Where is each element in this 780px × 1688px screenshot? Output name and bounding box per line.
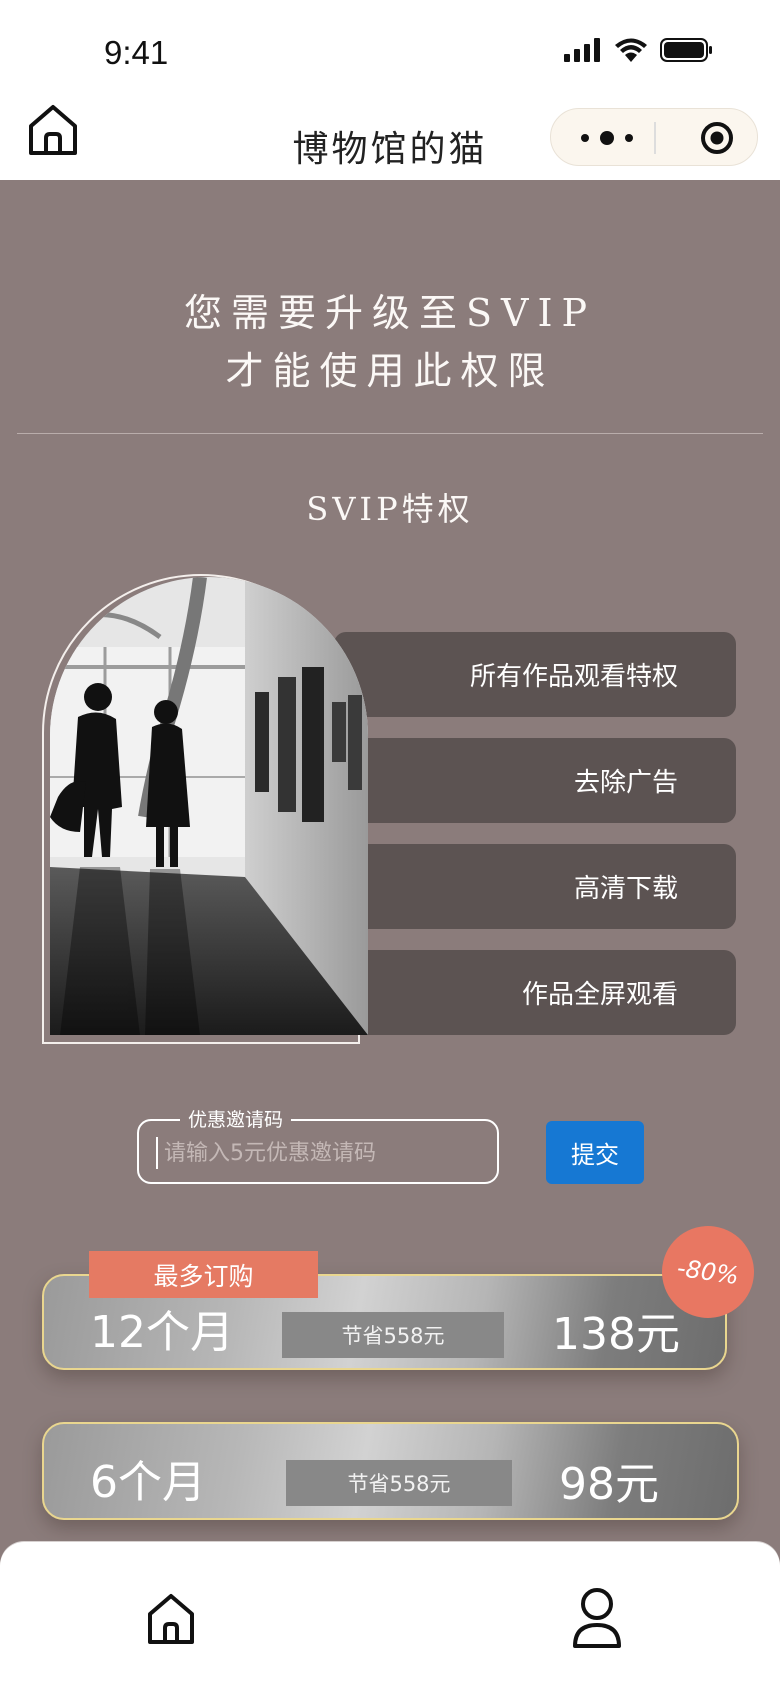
privilege-item: 所有作品观看特权 [334, 632, 736, 717]
status-icons [564, 38, 714, 62]
privileges-title: SVIP特权 [306, 490, 474, 528]
plan-card-6-months[interactable]: 6个月 节省558元 98元 [42, 1422, 739, 1520]
most-popular-tag: 最多订购 [89, 1251, 318, 1298]
tab-home[interactable] [146, 1592, 196, 1650]
headline-line-1: 您需要升级至SVIP [183, 291, 597, 335]
text-caret [156, 1137, 158, 1169]
plan-duration: 12个月 [90, 1307, 234, 1358]
plan-price: 138元 [552, 1309, 680, 1360]
user-icon [573, 1588, 621, 1648]
close-miniapp-icon[interactable] [699, 120, 735, 156]
privilege-label: 所有作品观看特权 [469, 662, 678, 692]
tab-profile[interactable] [572, 1587, 622, 1653]
coupon-input[interactable] [164, 1136, 484, 1170]
privilege-item: 作品全屏观看 [334, 950, 736, 1035]
wifi-icon [615, 38, 647, 62]
privilege-label: 高清下载 [573, 874, 678, 904]
miniapp-capsule [550, 108, 758, 166]
status-time: 9:41 [104, 34, 169, 71]
battery-icon [660, 38, 712, 62]
top-bar: 9:41 博物馆的猫 [0, 0, 780, 180]
home-icon [148, 1594, 194, 1644]
privilege-item: 高清下载 [334, 844, 736, 929]
privilege-label: 去除广告 [573, 768, 678, 798]
privilege-label: 作品全屏观看 [521, 980, 678, 1010]
gallery-illustration [50, 577, 368, 1035]
plan-duration: 6个月 [90, 1457, 206, 1508]
headline-line-2: 才能使用此权限 [225, 349, 555, 393]
plan-savings: 节省558元 [282, 1312, 504, 1358]
divider [17, 433, 763, 434]
submit-button[interactable]: 提交 [546, 1121, 644, 1184]
upgrade-headline: 您需要升级至SVIP 才能使用此权限 [0, 284, 780, 400]
privilege-item: 去除广告 [334, 738, 736, 823]
bottom-tab-bar [0, 1542, 780, 1688]
signal-icon [564, 38, 600, 62]
plan-price: 98元 [559, 1459, 659, 1510]
more-icon[interactable] [579, 126, 635, 150]
coupon-legend: 优惠邀请码 [180, 1105, 292, 1132]
plan-savings: 节省558元 [286, 1460, 512, 1506]
gallery-photo [50, 577, 368, 1035]
capsule-divider [654, 122, 656, 154]
